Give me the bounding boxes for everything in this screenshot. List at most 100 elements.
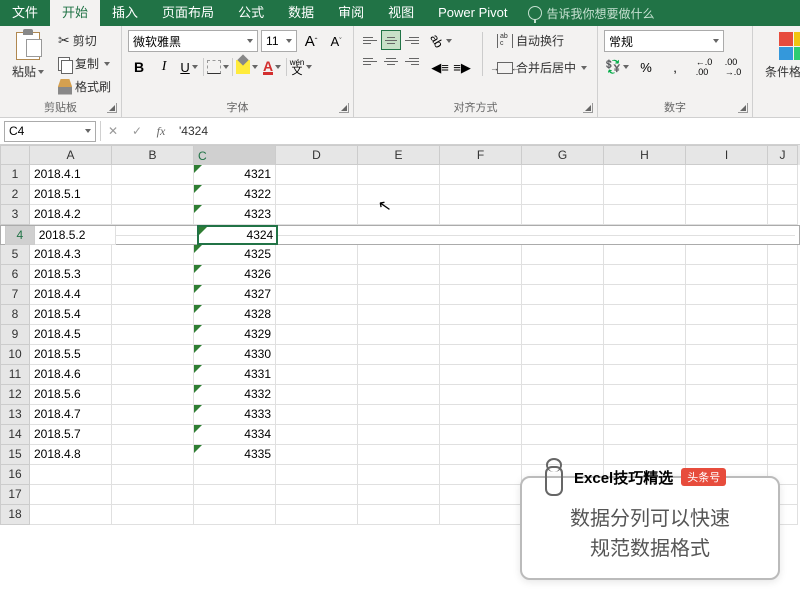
cell-B8[interactable]	[112, 305, 194, 325]
cell-B10[interactable]	[112, 345, 194, 365]
comma-button[interactable]: ,	[662, 56, 688, 78]
cell-H14[interactable]	[604, 425, 686, 445]
cell-I3[interactable]	[686, 205, 768, 225]
cell-G14[interactable]	[522, 425, 604, 445]
col-header-J[interactable]: J	[768, 145, 798, 165]
cell-C15[interactable]: 4335	[194, 445, 276, 465]
cell-I1[interactable]	[686, 165, 768, 185]
cell-C6[interactable]: 4326	[194, 265, 276, 285]
cell-D3[interactable]	[276, 205, 358, 225]
cell-A1[interactable]: 2018.4.1	[30, 165, 112, 185]
cell-B13[interactable]	[112, 405, 194, 425]
row-header[interactable]: 2	[0, 185, 30, 205]
percent-button[interactable]: %	[633, 56, 659, 78]
cell-F3[interactable]	[440, 205, 522, 225]
cell-A4[interactable]: 2018.5.2	[35, 226, 116, 245]
cell-D15[interactable]	[276, 445, 358, 465]
row-header[interactable]: 12	[0, 385, 30, 405]
cell-J10[interactable]	[768, 345, 798, 365]
cell-J7[interactable]	[768, 285, 798, 305]
font-color-button[interactable]: A	[261, 56, 283, 78]
cell-I2[interactable]	[686, 185, 768, 205]
cell-A8[interactable]: 2018.5.4	[30, 305, 112, 325]
cell-H1[interactable]	[604, 165, 686, 185]
cell-D16[interactable]	[276, 465, 358, 485]
cell-A3[interactable]: 2018.4.2	[30, 205, 112, 225]
cell-F11[interactable]	[440, 365, 522, 385]
align-top-center[interactable]	[381, 30, 401, 50]
fill-color-button[interactable]	[236, 56, 258, 78]
cell-F8[interactable]	[440, 305, 522, 325]
cell-A2[interactable]: 2018.5.1	[30, 185, 112, 205]
cell-C7[interactable]: 4327	[194, 285, 276, 305]
align-left[interactable]	[360, 51, 380, 71]
row-header[interactable]: 18	[0, 505, 30, 525]
merge-center-button[interactable]: 合并后居中	[493, 57, 591, 78]
cell-H9[interactable]	[604, 325, 686, 345]
cell-A15[interactable]: 2018.4.8	[30, 445, 112, 465]
col-header-B[interactable]: B	[112, 145, 194, 165]
cell-J6[interactable]	[768, 265, 798, 285]
cell-B4[interactable]	[116, 235, 197, 236]
tab-数据[interactable]: 数据	[276, 0, 326, 26]
cell-F1[interactable]	[440, 165, 522, 185]
cell-J13[interactable]	[768, 405, 798, 425]
align-center[interactable]	[381, 51, 401, 71]
tab-审阅[interactable]: 审阅	[326, 0, 376, 26]
col-header-A[interactable]: A	[30, 145, 112, 165]
tab-视图[interactable]: 视图	[376, 0, 426, 26]
cell-D7[interactable]	[276, 285, 358, 305]
cell-A13[interactable]: 2018.4.7	[30, 405, 112, 425]
cell-C1[interactable]: 4321	[194, 165, 276, 185]
row-header[interactable]: 17	[0, 485, 30, 505]
font-size-select[interactable]: 11	[261, 30, 297, 52]
col-header-I[interactable]: I	[686, 145, 768, 165]
cell-G11[interactable]	[522, 365, 604, 385]
cell-G13[interactable]	[522, 405, 604, 425]
cell-B12[interactable]	[112, 385, 194, 405]
cell-F15[interactable]	[440, 445, 522, 465]
cell-I9[interactable]	[686, 325, 768, 345]
cell-F18[interactable]	[440, 505, 522, 525]
row-header[interactable]: 8	[0, 305, 30, 325]
cell-F10[interactable]	[440, 345, 522, 365]
cell-J1[interactable]	[768, 165, 798, 185]
cell-G9[interactable]	[522, 325, 604, 345]
dialog-launcher[interactable]	[738, 103, 748, 113]
cell-C18[interactable]	[194, 505, 276, 525]
cell-E11[interactable]	[358, 365, 440, 385]
cell-C8[interactable]: 4328	[194, 305, 276, 325]
cell-J2[interactable]	[768, 185, 798, 205]
cell-E2[interactable]	[358, 185, 440, 205]
cell-C10[interactable]: 4330	[194, 345, 276, 365]
decrease-decimal-button[interactable]: .00→.0	[720, 56, 746, 78]
cell-I7[interactable]	[686, 285, 768, 305]
cell-I13[interactable]	[686, 405, 768, 425]
number-format-select[interactable]: 常规	[604, 30, 724, 52]
cell-A5[interactable]: 2018.4.3	[30, 245, 112, 265]
phonetic-button[interactable]: wén文	[290, 56, 312, 78]
row-header[interactable]: 9	[0, 325, 30, 345]
cell-G1[interactable]	[522, 165, 604, 185]
cell-E14[interactable]	[358, 425, 440, 445]
italic-button[interactable]: I	[153, 56, 175, 78]
cell-B1[interactable]	[112, 165, 194, 185]
row-header[interactable]: 10	[0, 345, 30, 365]
cell-E10[interactable]	[358, 345, 440, 365]
cell-J14[interactable]	[768, 425, 798, 445]
cell-A7[interactable]: 2018.4.4	[30, 285, 112, 305]
cell-F6[interactable]	[440, 265, 522, 285]
cell-H3[interactable]	[604, 205, 686, 225]
cell-H11[interactable]	[604, 365, 686, 385]
cancel-button[interactable]: ✕	[101, 124, 125, 138]
cell-A12[interactable]: 2018.5.6	[30, 385, 112, 405]
dialog-launcher[interactable]	[339, 103, 349, 113]
cell-G3[interactable]	[522, 205, 604, 225]
wrap-text-button[interactable]: 自动换行	[493, 30, 591, 51]
row-header[interactable]: 3	[0, 205, 30, 225]
tab-Power Pivot[interactable]: Power Pivot	[426, 0, 519, 26]
formula-input[interactable]: '4324	[173, 124, 800, 138]
cell-D10[interactable]	[276, 345, 358, 365]
fx-button[interactable]: fx	[149, 124, 173, 139]
cell-E17[interactable]	[358, 485, 440, 505]
